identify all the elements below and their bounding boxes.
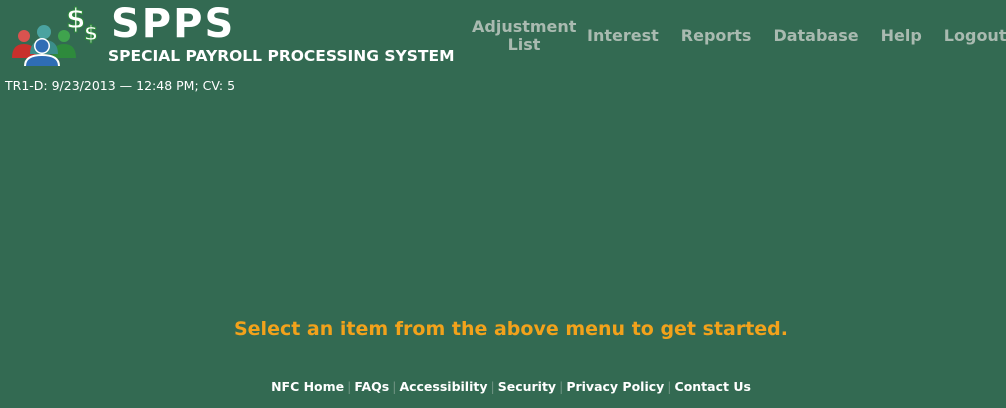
nav-item-logout[interactable]: Logout (933, 27, 1006, 45)
footer-links: NFC Home | FAQs | Accessibility | Security | Pri… (0, 379, 1006, 394)
footer-link-security[interactable]: Security (498, 379, 556, 394)
footer-separator: | (490, 379, 495, 394)
main-nav: Adjustment List Interest Reports Databas… (472, 17, 1006, 55)
footer-link-privacy-policy[interactable]: Privacy Policy (566, 379, 664, 394)
svg-text:$: $ (66, 2, 85, 35)
spps-logo[interactable]: $ $ SPPS SPECIAL PAYROLL PROCESSING SYST… (8, 1, 455, 68)
page: $ $ SPPS SPECIAL PAYROLL PROCESSING SYST… (0, 0, 1006, 408)
footer-separator: | (667, 379, 672, 394)
footer-link-faqs[interactable]: FAQs (354, 379, 389, 394)
nav-item-adjustment-list[interactable]: Adjustment List (472, 18, 576, 54)
nav-item-database[interactable]: Database (762, 27, 869, 45)
nav-item-help[interactable]: Help (870, 27, 933, 45)
session-status-text: TR1-D: 9/23/2013 — 12:48 PM; CV: 5 (5, 78, 236, 93)
nav-item-reports[interactable]: Reports (670, 27, 763, 45)
svg-text:$: $ (84, 21, 98, 45)
footer-separator: | (559, 379, 564, 394)
footer-link-nfc-home[interactable]: NFC Home (271, 379, 344, 394)
app-subtitle: SPECIAL PAYROLL PROCESSING SYSTEM (108, 47, 455, 65)
footer-separator: | (347, 379, 352, 394)
footer-link-contact-us[interactable]: Contact Us (675, 379, 751, 394)
nav-item-interest[interactable]: Interest (576, 27, 670, 45)
footer-separator: | (392, 379, 397, 394)
people-money-logo-icon: $ $ (12, 2, 98, 66)
footer-link-accessibility[interactable]: Accessibility (399, 379, 487, 394)
app-title: SPPS (111, 1, 236, 47)
get-started-prompt: Select an item from the above menu to ge… (233, 318, 788, 340)
